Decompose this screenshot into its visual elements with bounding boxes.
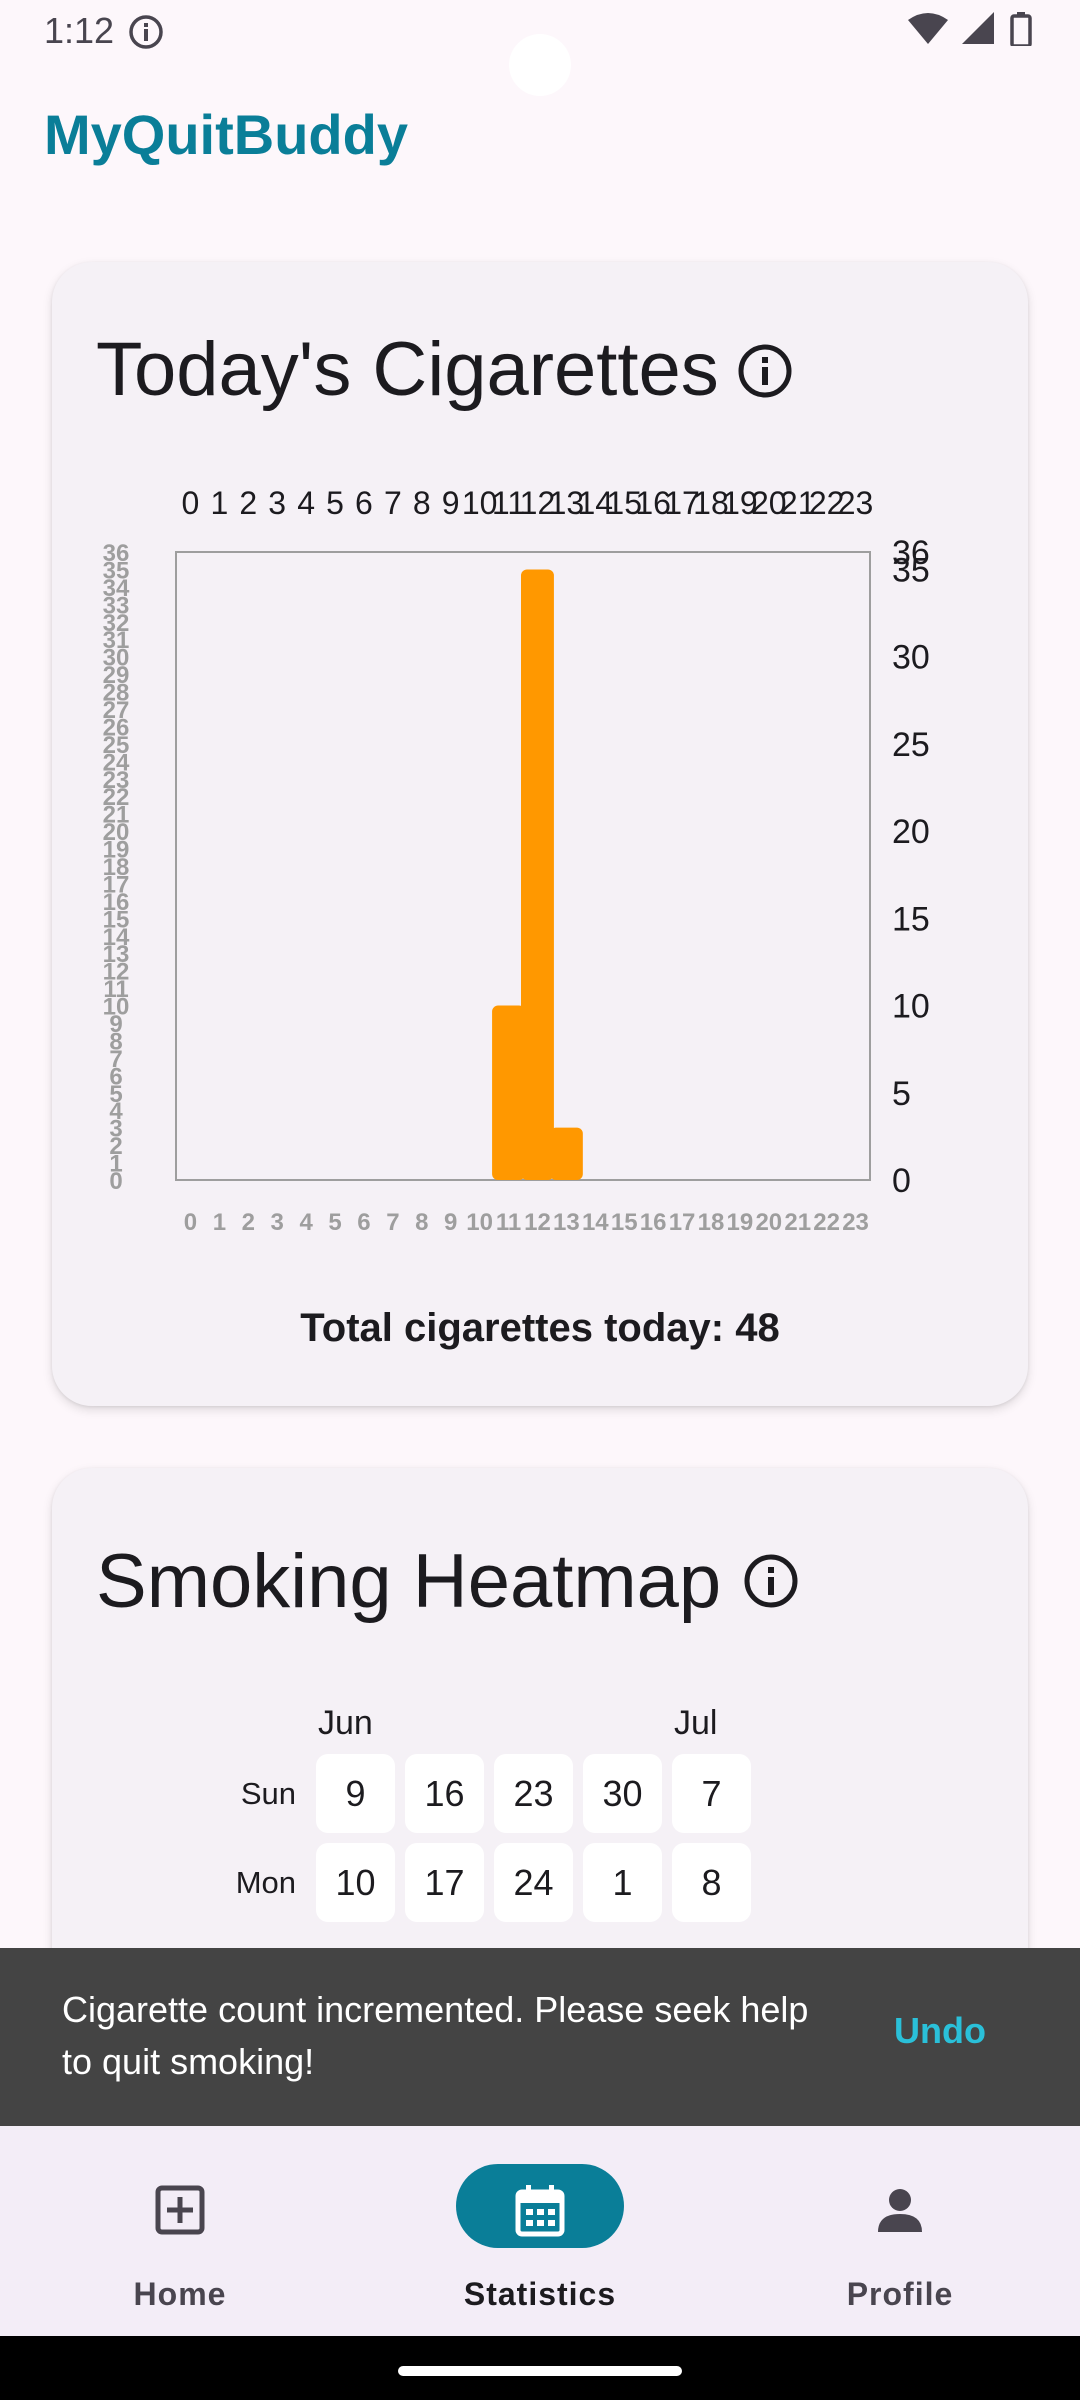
today-cigarettes-card: Today's Cigarettes 0 1 2 3 4 5 6 7 8 9 10 11 12 13 14 1… xyxy=(52,262,1028,1406)
nav-item-profile[interactable]: Profile xyxy=(720,2126,1080,2336)
heatmap-cell[interactable]: 7 xyxy=(672,1754,751,1833)
top-axis-label: 9 xyxy=(442,485,460,521)
card-title-heatmap: Smoking Heatmap xyxy=(96,1539,722,1624)
heatmap-cell[interactable]: 24 xyxy=(494,1843,573,1922)
gesture-bar xyxy=(0,2336,1080,2400)
top-axis-label: 3 xyxy=(268,485,286,521)
person-icon xyxy=(870,2180,930,2240)
chart-bar-hour-11 xyxy=(492,1005,525,1180)
right-axis-tick: 20 xyxy=(892,813,930,851)
nav-item-home[interactable]: Home xyxy=(0,2126,360,2336)
bottom-axis-label: 14 xyxy=(582,1209,609,1236)
top-axis-label: 5 xyxy=(326,485,344,521)
heatmap-month-label: Jun xyxy=(318,1704,373,1742)
info-icon[interactable] xyxy=(742,1552,800,1610)
bottom-axis-label: 9 xyxy=(444,1209,457,1236)
nav-label-home: Home xyxy=(133,2276,227,2312)
status-time: 1:12 xyxy=(44,10,115,51)
chart-bar-hour-12 xyxy=(521,569,554,1180)
right-axis-tick: 25 xyxy=(892,726,930,764)
bottom-axis-label: 6 xyxy=(357,1209,370,1236)
heatmap-cell[interactable]: 10 xyxy=(316,1843,395,1922)
top-axis-label: 4 xyxy=(297,485,315,521)
heatmap-cell[interactable]: 30 xyxy=(583,1754,662,1833)
bottom-axis-label: 16 xyxy=(640,1209,667,1236)
right-axis-tick: 10 xyxy=(892,988,930,1026)
bottom-axis-label: 8 xyxy=(415,1209,428,1236)
bottom-axis-label: 18 xyxy=(698,1209,725,1236)
heatmap-month-label: Jul xyxy=(674,1704,718,1742)
snackbar: Cigarette count incremented. Please seek… xyxy=(0,1948,1080,2126)
nav-label-statistics: Statistics xyxy=(463,2276,617,2312)
heatmap-cell[interactable]: 17 xyxy=(405,1843,484,1922)
chart-bar-hour-13 xyxy=(549,1127,583,1180)
undo-button[interactable]: Undo xyxy=(894,2010,986,2052)
heatmap-cell[interactable]: 16 xyxy=(405,1754,484,1833)
top-axis-label: 8 xyxy=(413,485,431,521)
right-axis-tick: 5 xyxy=(892,1075,911,1113)
bottom-axis-label: 11 xyxy=(496,1209,521,1236)
info-icon xyxy=(128,14,164,55)
battery-icon xyxy=(1010,12,1032,51)
heatmap-day-label: Sun xyxy=(240,1776,296,1811)
left-axis-tick: 36 xyxy=(103,540,130,567)
camera-cutout xyxy=(509,34,571,96)
bottom-navigation: Home Statistics Profile xyxy=(0,2126,1080,2336)
status-icons xyxy=(908,12,1032,51)
right-axis-tick: 30 xyxy=(892,639,930,677)
heatmap-cell[interactable]: 9 xyxy=(316,1754,395,1833)
bottom-axis-label: 13 xyxy=(553,1209,580,1236)
bottom-axis-label: 17 xyxy=(669,1209,696,1236)
bottom-axis-label: 12 xyxy=(524,1209,551,1236)
bottom-axis-label: 7 xyxy=(386,1209,399,1236)
bottom-axis-label: 3 xyxy=(271,1209,284,1236)
right-axis-tick: 15 xyxy=(892,900,930,938)
bottom-axis-label: 10 xyxy=(466,1209,493,1236)
home-gesture-handle[interactable] xyxy=(398,2366,682,2376)
heatmap-cell[interactable]: 1 xyxy=(583,1843,662,1922)
snackbar-message: Cigarette count incremented. Please seek… xyxy=(62,1989,809,2082)
hourly-cigarettes-chart: 0 1 2 3 4 5 6 7 8 9 1011121314151617181920212223 0… xyxy=(103,485,930,1236)
heatmap-cell[interactable]: 23 xyxy=(494,1754,573,1833)
signal-icon xyxy=(962,12,996,51)
calendar-icon xyxy=(510,2180,570,2240)
total-cigarettes-today: Total cigarettes today: 48 xyxy=(300,1306,780,1350)
wifi-icon xyxy=(908,12,948,51)
bottom-axis-label: 21 xyxy=(784,1209,811,1236)
nav-label-profile: Profile xyxy=(846,2276,954,2312)
top-axis-label: 6 xyxy=(355,485,373,521)
bottom-axis-label: 22 xyxy=(813,1209,840,1236)
bottom-axis-label: 19 xyxy=(727,1209,754,1236)
right-axis-tick: 0 xyxy=(892,1162,911,1200)
bottom-axis-label: 5 xyxy=(328,1209,341,1236)
app-title: MyQuitBuddy xyxy=(44,103,408,166)
top-axis-label: 2 xyxy=(239,485,257,521)
top-axis-label: 23 xyxy=(838,485,874,521)
bottom-axis-label: 1 xyxy=(213,1209,226,1236)
bottom-axis-label: 4 xyxy=(299,1209,313,1236)
status-bar: 1:12 xyxy=(0,0,1080,96)
top-axis-label: 7 xyxy=(384,485,402,521)
right-axis-tick: 36 xyxy=(892,534,930,572)
heatmap-day-label: Mon xyxy=(235,1865,296,1900)
bottom-axis-label: 2 xyxy=(242,1209,255,1236)
bottom-axis-label: 23 xyxy=(842,1209,869,1236)
top-axis-label: 1 xyxy=(210,485,228,521)
nav-item-statistics[interactable]: Statistics xyxy=(360,2126,720,2336)
heatmap-cell[interactable]: 8 xyxy=(672,1843,751,1922)
bottom-axis-label: 20 xyxy=(755,1209,782,1236)
bottom-axis-label: 15 xyxy=(611,1209,638,1236)
add-box-icon xyxy=(150,2180,210,2240)
bottom-axis-label: 0 xyxy=(184,1209,197,1236)
top-axis-label: 0 xyxy=(182,485,200,521)
